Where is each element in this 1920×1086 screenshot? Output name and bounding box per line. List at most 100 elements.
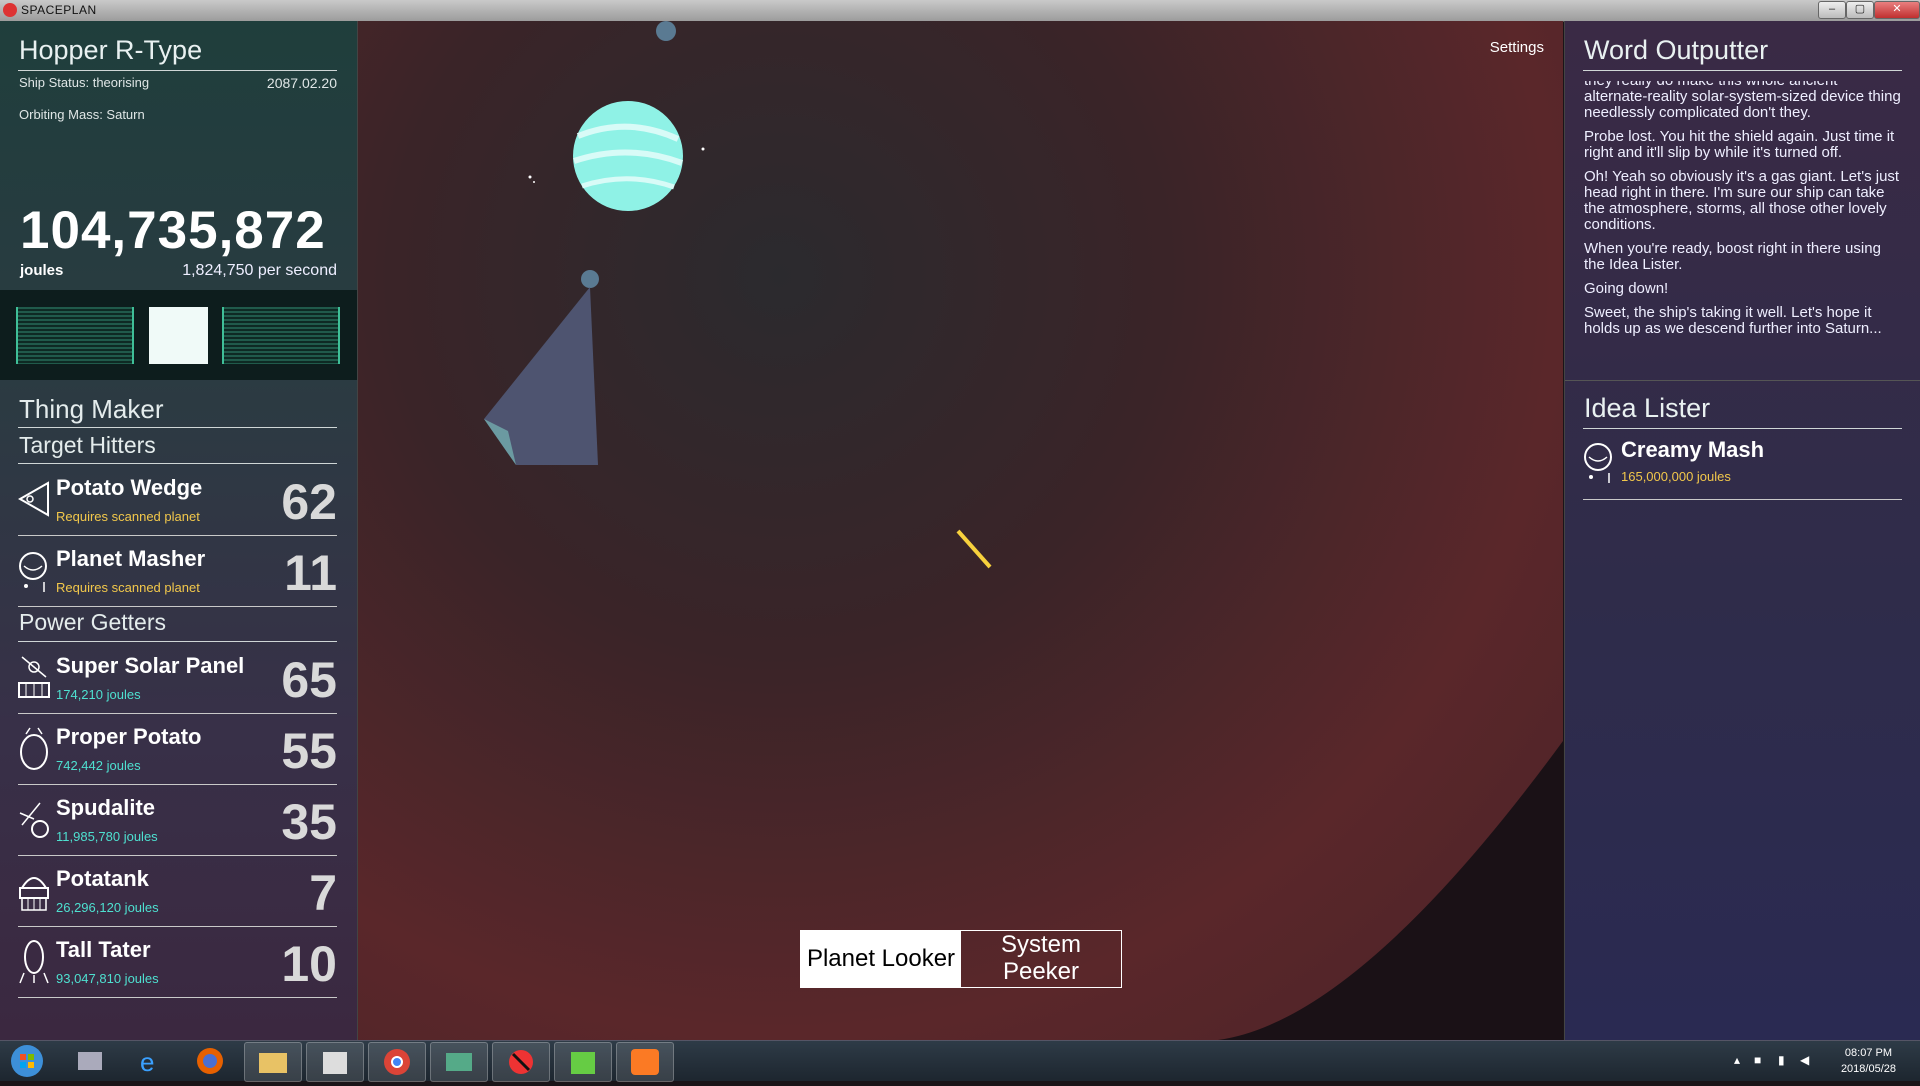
idea-lister-title: Idea Lister (1584, 393, 1711, 423)
item-cost: 742,442 joules (56, 758, 141, 773)
network-icon[interactable]: ▮ (1778, 1053, 1785, 1067)
clock-time: 08:07 PM (1844, 1047, 1893, 1059)
energy-total: 104,735,872 (20, 201, 326, 260)
tray-security-icon[interactable]: ■ (1754, 1053, 1761, 1067)
message: they really do make this whole ancient a… (1584, 81, 1901, 121)
satellite-moon-icon (581, 270, 599, 288)
item-count: 35 (281, 794, 337, 850)
ship-date: 2087.02.20 (266, 75, 337, 91)
item-count: 11 (284, 545, 337, 601)
orbiting-mass: Orbiting Mass: Saturn (19, 107, 145, 122)
planet-limb (1218, 741, 1563, 1040)
item-name: Potato Wedge (56, 475, 203, 500)
word-outputter-title: Word Outputter (1584, 35, 1769, 65)
target-hitters-title: Target Hitters (19, 432, 156, 458)
mode-bar-right[interactable] (222, 307, 340, 364)
internet-explorer-icon[interactable]: e (122, 1042, 178, 1080)
thing-maker-title: Thing Maker (19, 394, 164, 424)
xampp-icon[interactable] (616, 1042, 674, 1082)
message: When you're ready, boost right in there … (1584, 240, 1881, 273)
message-log[interactable]: they really do make this whole ancient a… (1584, 81, 1904, 351)
energy-rate: 1,824,750 per second (182, 262, 337, 279)
divider (18, 463, 337, 464)
mode-bar-selected[interactable] (149, 307, 208, 364)
message: Probe lost. You hit the shield again. Ju… (1584, 128, 1895, 161)
tab-planet-looker[interactable]: Planet Looker (801, 931, 961, 987)
item-count: 55 (281, 723, 337, 779)
divider (18, 641, 337, 642)
ship-status: Ship Status: theorising (19, 75, 150, 90)
spaceplan-icon[interactable] (492, 1042, 550, 1082)
item-super-solar-panel[interactable]: Super Solar Panel 174,210 joules 65 (18, 643, 337, 714)
mode-bar-left[interactable] (16, 307, 134, 364)
panel-divider (1565, 380, 1920, 381)
item-proper-potato[interactable]: Proper Potato 742,442 joules 55 (18, 714, 337, 785)
space-view[interactable]: Settings Planet Looker System Peeker (358, 21, 1563, 1040)
item-potatank[interactable]: Potatank 26,296,120 joules 7 (18, 856, 337, 927)
item-name: Spudalite (56, 795, 156, 820)
item-count: 7 (309, 865, 337, 921)
item-name: Proper Potato (56, 724, 202, 749)
creamy-mash-icon (1584, 443, 1612, 483)
tab-system-peeker[interactable]: System Peeker (961, 931, 1121, 987)
tall-tater-icon (19, 940, 49, 984)
item-cost: 11,985,780 joules (56, 829, 158, 844)
item-cost: 26,296,120 joules (56, 900, 159, 915)
item-spudalite[interactable]: Spudalite 11,985,780 joules 35 (18, 785, 337, 856)
item-count: 62 (281, 474, 337, 530)
item-tall-tater[interactable]: Tall Tater 93,047,810 joules 10 (18, 927, 337, 998)
idea-creamy-mash[interactable]: Creamy Mash 165,000,000 joules (1583, 429, 1902, 500)
maximize-button[interactable]: ▢ (1846, 1, 1874, 19)
chrome-icon[interactable] (368, 1042, 426, 1082)
spudalite-icon (19, 802, 49, 838)
solar-panel-icon (18, 656, 50, 698)
power-getters-title: Power Getters (19, 609, 166, 635)
right-panel: Word Outputter they really do make this … (1564, 21, 1920, 1040)
item-potato-wedge[interactable]: Potato Wedge Requires scanned planet 62 (18, 465, 337, 536)
item-cost: Requires scanned planet (56, 509, 200, 524)
clock-date: 2018/05/28 (1840, 1063, 1896, 1075)
volume-icon[interactable]: ◀ (1800, 1053, 1809, 1067)
minimize-button[interactable]: – (1818, 1, 1846, 19)
firefox-icon[interactable] (182, 1042, 238, 1080)
file-explorer-icon[interactable] (244, 1042, 302, 1082)
probe-icon (956, 529, 992, 569)
app-icon (3, 3, 17, 17)
tray-expand-icon[interactable]: ▴ (1734, 1053, 1740, 1067)
idea-name: Creamy Mash (1621, 437, 1765, 462)
planet-masher-icon (19, 552, 47, 592)
task-manager-icon[interactable] (554, 1042, 612, 1082)
item-cost: 93,047,810 joules (56, 971, 159, 986)
moon-icon (656, 21, 676, 41)
svg-text:e: e (140, 1047, 154, 1077)
potatank-icon (19, 877, 49, 911)
left-panel: Hopper R-Type Ship Status: theorising 20… (0, 21, 358, 1040)
ship-name: Hopper R-Type (19, 35, 203, 65)
space-scene (484, 21, 1563, 1040)
taskbar: e ▴ ■ ▮ ◀ 08:07 PM 2018/05/28 (0, 1040, 1920, 1082)
divider (18, 70, 337, 71)
window-tool-icon[interactable] (430, 1042, 488, 1082)
message: Oh! Yeah so obviously it's a gas giant. … (1584, 168, 1900, 233)
item-name: Tall Tater (56, 937, 151, 962)
window-title: SPACEPLAN (21, 3, 97, 17)
item-count: 10 (281, 936, 337, 992)
start-orb-icon[interactable] (4, 1042, 50, 1080)
item-name: Super Solar Panel (56, 653, 245, 678)
idea-cost: 165,000,000 joules (1621, 469, 1731, 484)
clock[interactable]: 08:07 PM 2018/05/28 (1841, 1045, 1896, 1077)
view-toggle: Planet Looker System Peeker (800, 930, 1122, 988)
energy-unit: joules (20, 262, 64, 279)
media-icon[interactable] (306, 1042, 364, 1082)
window-titlebar: SPACEPLAN – ▢ ✕ (0, 0, 1920, 22)
divider (18, 427, 337, 428)
item-name: Planet Masher (56, 546, 206, 571)
close-button[interactable]: ✕ (1874, 1, 1920, 19)
settings-link[interactable]: Settings (1490, 39, 1544, 56)
item-planet-masher[interactable]: Planet Masher Requires scanned planet 11 (18, 536, 337, 607)
message: Going down! (1584, 280, 1669, 297)
message: Sweet, the ship's taking it well. Let's … (1584, 304, 1882, 337)
potato-wedge-icon (18, 481, 49, 517)
item-cost: 174,210 joules (56, 687, 141, 702)
disk-cleanup-icon[interactable] (62, 1042, 118, 1080)
